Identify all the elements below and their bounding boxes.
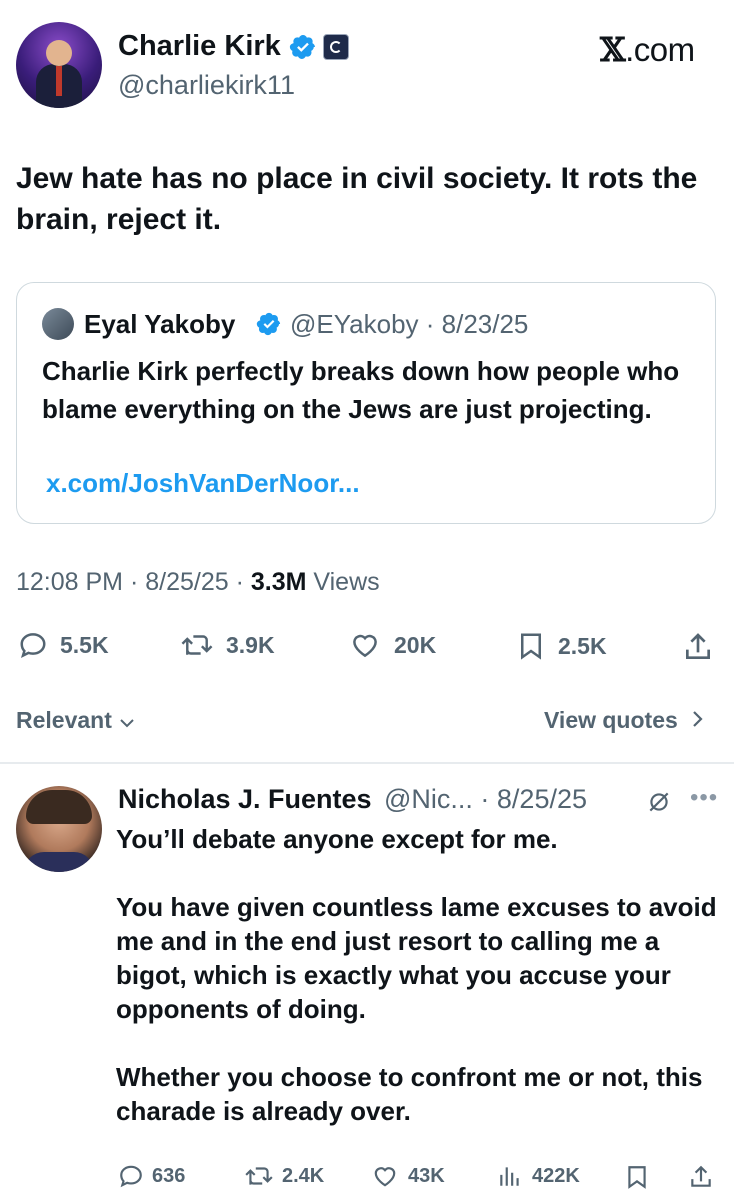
quoted-avatar[interactable] — [42, 308, 74, 340]
timestamp-text: 12:08 PM · 8/25/25 · — [16, 568, 251, 596]
reply-share-button[interactable] — [688, 1162, 714, 1197]
repost-icon — [181, 635, 213, 655]
reply-reply-count: 636 — [152, 1164, 186, 1187]
verified-badge-icon — [256, 312, 281, 336]
bookmark-icon — [628, 1166, 646, 1189]
bookmark-count: 2.5K — [558, 632, 607, 659]
view-quotes-label: View quotes — [544, 707, 678, 733]
heart-icon — [374, 1167, 396, 1187]
avatar-shirt — [24, 852, 94, 872]
view-quotes-link[interactable]: View quotes — [544, 707, 704, 734]
repost-icon — [245, 1167, 273, 1185]
reply-reply-button[interactable]: 636 — [118, 1163, 185, 1189]
reply-avatar[interactable] — [16, 786, 102, 872]
bookmark-icon — [521, 633, 541, 660]
like-count: 20K — [394, 631, 437, 658]
verified-badge-icon — [289, 35, 315, 59]
reply-button[interactable]: 5.5K — [18, 630, 109, 660]
quoted-author-name: Eyal Yakoby — [84, 309, 236, 339]
site-label: 𝕏.com — [600, 30, 695, 69]
share-icon — [686, 633, 710, 659]
quoted-text: Charlie Kirk perfectly breaks down how p… — [42, 356, 680, 424]
tweet-timestamp: 12:08 PM · 8/25/25 · 3.3M Views — [16, 568, 380, 597]
sort-label: Relevant — [16, 707, 112, 733]
reply-author-name[interactable]: Nicholas J. Fuentes — [118, 784, 372, 815]
reply-like-button[interactable]: 43K — [370, 1163, 445, 1189]
reply-like-count: 43K — [408, 1164, 445, 1187]
repost-count: 3.9K — [226, 631, 275, 658]
author-name[interactable]: Charlie Kirk — [118, 30, 281, 63]
reply-bookmark-button[interactable] — [624, 1163, 650, 1196]
avatar-tie — [56, 66, 62, 96]
quoted-handle-date: @EYakoby · 8/23/25 — [290, 309, 529, 339]
quoted-link[interactable]: x.com/JoshVanDerNoor... — [46, 468, 360, 499]
tweet-text: Jew hate has no place in civil society. … — [16, 162, 698, 236]
more-options-icon[interactable]: ••• — [690, 784, 718, 812]
x-logo-icon: 𝕏 — [600, 30, 626, 69]
reply-text: You’ll debate anyone except for me. You … — [116, 824, 717, 1126]
reply-views-count: 422K — [532, 1164, 580, 1187]
site-domain: .com — [625, 31, 695, 68]
views-bar-chart-icon — [500, 1167, 519, 1186]
reply-icon — [20, 633, 46, 659]
reply-handle-date[interactable]: @Nic... · 8/25/25 — [384, 784, 587, 815]
reply-count: 5.5K — [60, 631, 109, 658]
author-handle[interactable]: @charliekirk11 — [118, 70, 295, 101]
reply-repost-count: 2.4K — [282, 1164, 325, 1187]
sort-relevant-dropdown[interactable]: Relevant — [16, 707, 134, 734]
affiliation-badge-icon[interactable] — [323, 34, 349, 60]
views-count[interactable]: 3.3M — [251, 568, 307, 596]
chevron-right-icon — [693, 711, 703, 727]
share-icon — [691, 1165, 711, 1187]
divider — [0, 762, 734, 764]
views-label: Views — [306, 568, 380, 596]
hidden-reply-icon[interactable] — [646, 789, 672, 815]
reply-icon — [120, 1165, 142, 1188]
repost-button[interactable]: 3.9K — [180, 630, 275, 660]
avatar-head — [46, 40, 72, 66]
reply-views-button[interactable]: 422K — [496, 1163, 580, 1189]
avatar[interactable] — [16, 22, 102, 108]
share-button[interactable] — [682, 630, 714, 669]
like-button[interactable]: 20K — [348, 630, 436, 660]
bookmark-button[interactable]: 2.5K — [516, 630, 607, 662]
chevron-down-icon — [120, 719, 134, 728]
reply-repost-button[interactable]: 2.4K — [244, 1163, 324, 1189]
avatar-hair — [26, 790, 92, 824]
heart-icon — [353, 634, 377, 658]
